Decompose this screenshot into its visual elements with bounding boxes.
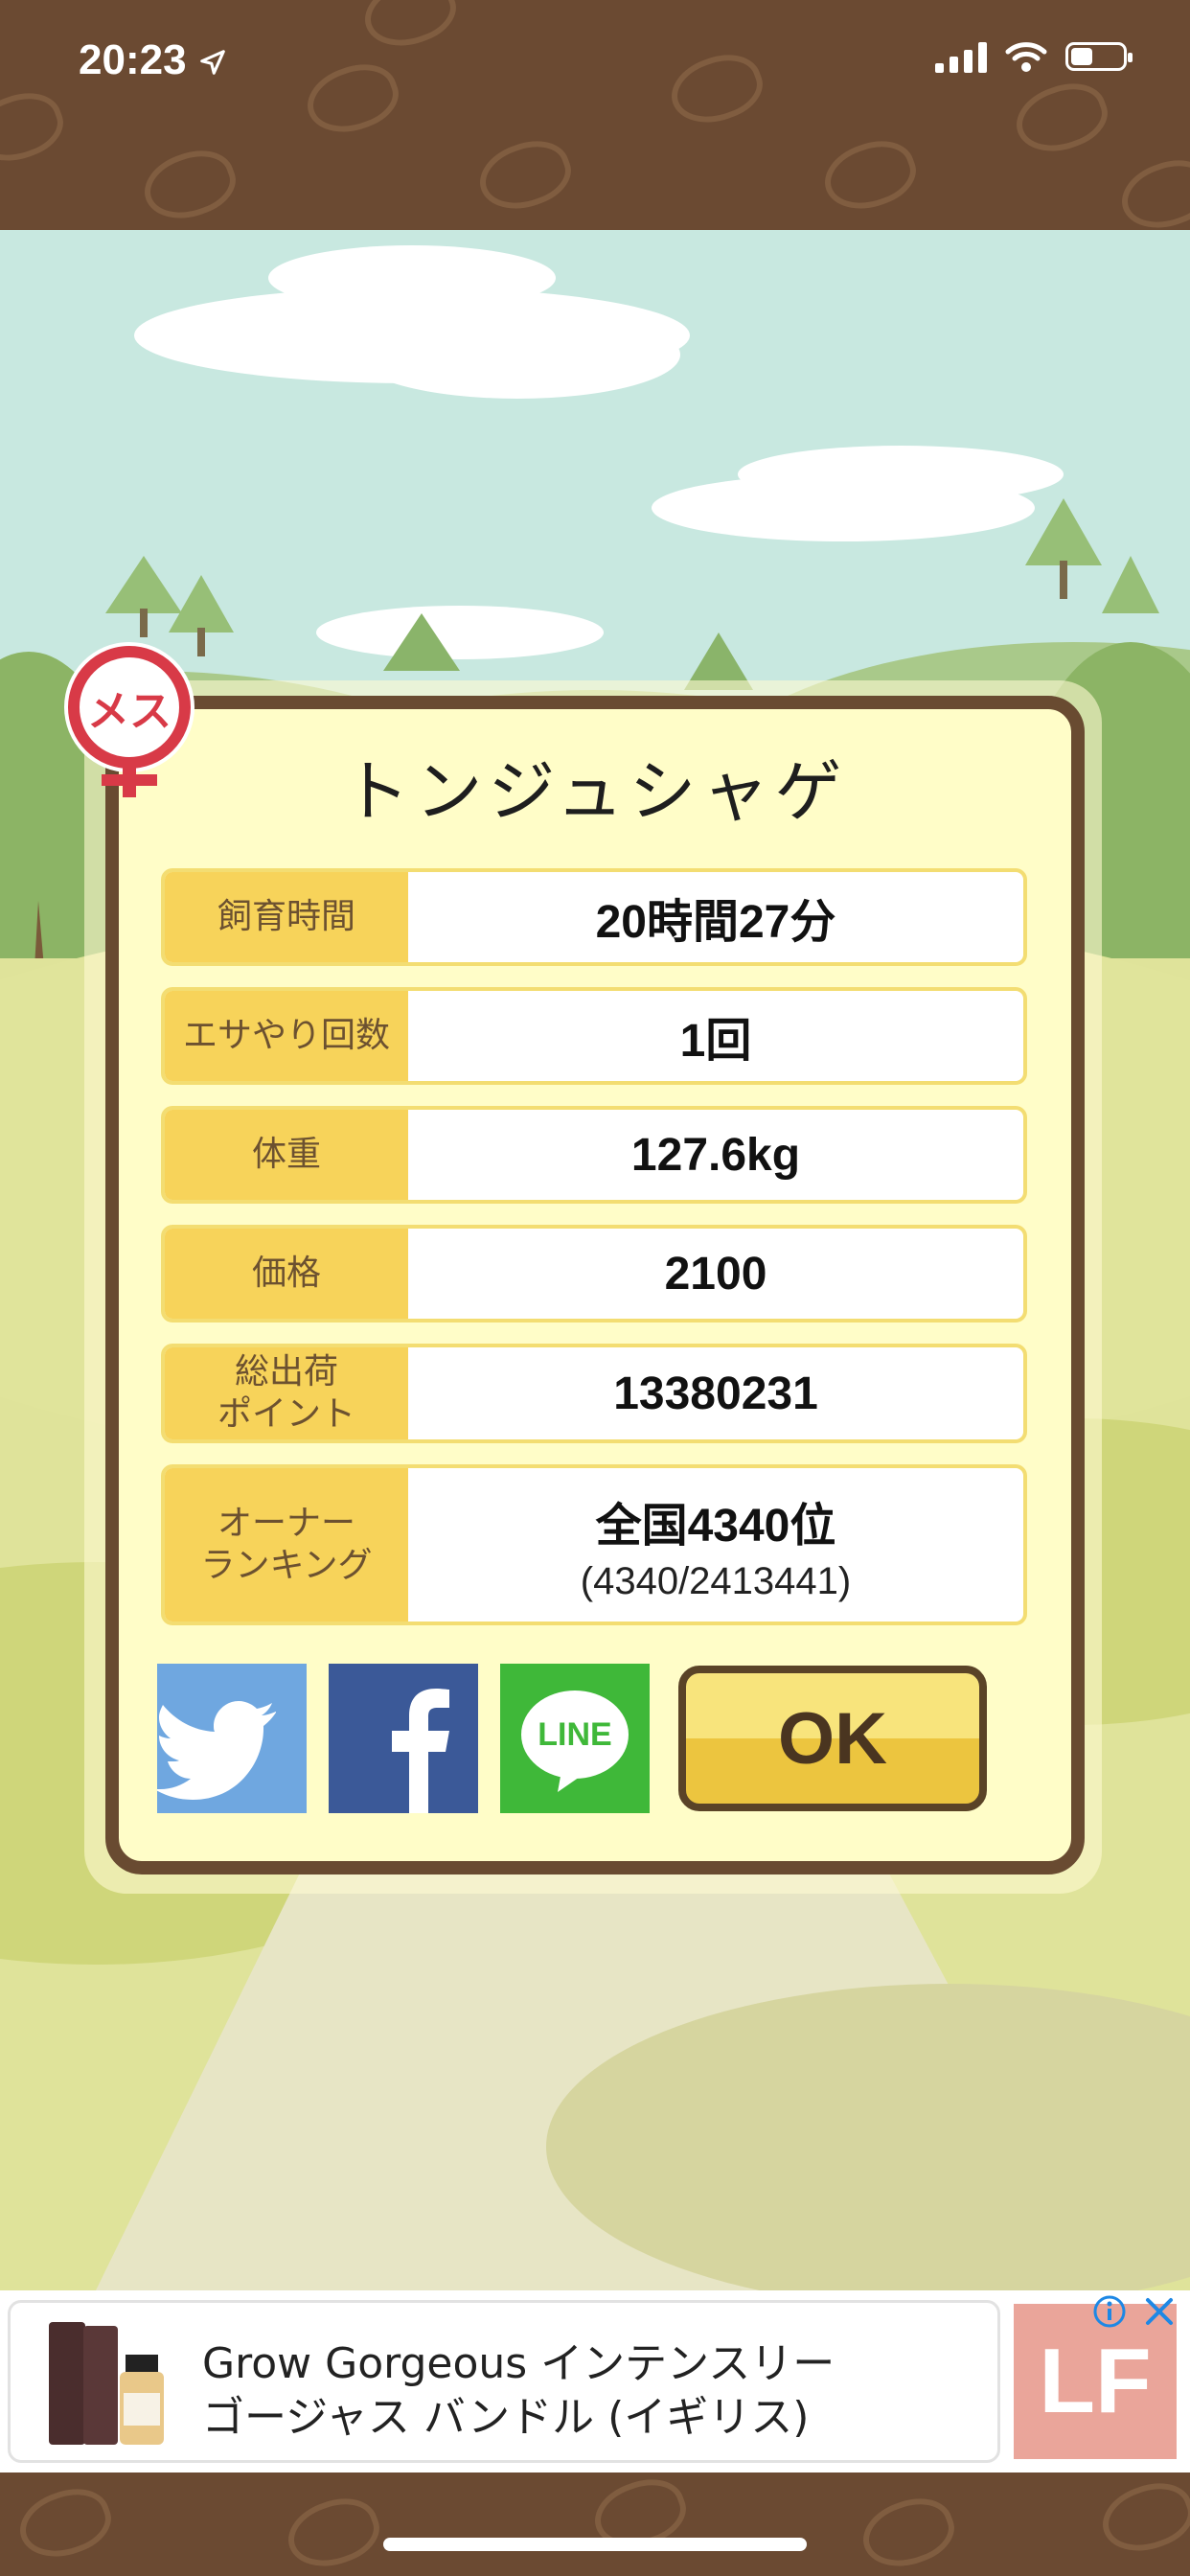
battery-icon: [1065, 42, 1133, 71]
bean-pattern: [854, 2487, 963, 2576]
stat-value: 127.6kg: [630, 1129, 801, 1181]
bean-pattern: [470, 129, 580, 221]
ok-button[interactable]: OK: [678, 1666, 987, 1811]
stat-label-line: オーナー: [217, 1504, 355, 1543]
bean-pattern: [815, 129, 925, 221]
bean-pattern: [135, 139, 244, 230]
twitter-share-button[interactable]: [154, 1664, 307, 1813]
home-indicator[interactable]: [383, 2538, 807, 2551]
ad-banner[interactable]: Grow Gorgeous インテンスリー ゴージャス バンドル (イギリス) …: [0, 2290, 1190, 2472]
stat-label-line: ポイント: [217, 1394, 355, 1434]
line-label: LINE: [538, 1716, 612, 1753]
ad-product-image: [49, 2322, 164, 2445]
ad-text: Grow Gorgeous インテンスリー ゴージャス バンドル (イギリス): [202, 2337, 835, 2445]
stat-label: 体重: [165, 1110, 408, 1200]
bean-pattern: [0, 81, 72, 173]
bean-pattern: [1007, 72, 1116, 164]
stat-label: 総出荷 ポイント: [165, 1347, 408, 1439]
line-share-button[interactable]: LINE: [500, 1664, 650, 1813]
bottom-pattern-band: [0, 2472, 1190, 2576]
ad-card[interactable]: Grow Gorgeous インテンスリー ゴージャス バンドル (イギリス): [8, 2300, 1000, 2463]
bean-pattern: [355, 0, 465, 58]
status-bar: 20:23: [0, 0, 1190, 230]
stat-value: 2100: [664, 1248, 767, 1300]
bean-pattern: [298, 53, 407, 145]
stat-label: オーナー ランキング: [165, 1468, 408, 1622]
ad-line: Grow Gorgeous インテンスリー: [202, 2339, 835, 2388]
info-icon[interactable]: [1092, 2294, 1127, 2329]
stat-row-owner-ranking: オーナー ランキング 全国4340位 (4340/2413441): [161, 1464, 1027, 1625]
stat-sub-value: (4340/2413441): [580, 1559, 852, 1602]
signal-icon: [935, 40, 987, 73]
facebook-f-icon: [392, 1689, 449, 1813]
stat-label: エサやり回数: [165, 991, 408, 1081]
stat-value: 13380231: [613, 1368, 818, 1419]
bean-pattern: [1112, 149, 1190, 230]
twitter-bird-icon: [154, 1701, 276, 1800]
ad-line: ゴージャス バンドル (イギリス): [202, 2393, 810, 2442]
status-time: 20:23: [79, 36, 227, 84]
stat-row-price: 価格 2100: [161, 1225, 1027, 1322]
stat-row-weight: 体重 127.6kg: [161, 1106, 1027, 1204]
stat-row-breeding-time: 飼育時間 20時間27分: [161, 868, 1027, 966]
bean-pattern: [11, 2477, 120, 2569]
stat-label: 価格: [165, 1229, 408, 1319]
stat-row-shipping-points: 総出荷 ポイント 13380231: [161, 1344, 1027, 1443]
wifi-icon: [1005, 42, 1047, 72]
stat-value: 20時間27分: [595, 897, 836, 948]
stat-label-line: 総出荷: [234, 1352, 338, 1392]
status-icons: [935, 40, 1133, 73]
location-arrow-icon: [199, 50, 225, 76]
bean-pattern: [1093, 2472, 1190, 2564]
stat-row-feeding-count: エサやり回数 1回: [161, 987, 1027, 1085]
stat-value: 1回: [679, 1016, 752, 1067]
stat-label: 飼育時間: [165, 872, 408, 962]
stat-label-line: ランキング: [200, 1546, 373, 1585]
pig-name: トンジュシャゲ: [342, 752, 848, 831]
bean-pattern: [279, 2487, 388, 2576]
close-icon[interactable]: [1142, 2294, 1177, 2329]
bean-pattern: [662, 43, 771, 135]
gender-label: メス: [87, 687, 172, 736]
facebook-share-button[interactable]: [329, 1664, 478, 1813]
stat-value: 全国4340位: [595, 1500, 836, 1552]
ranking-value: 全国4340位 (4340/2413441): [408, 1468, 1023, 1622]
